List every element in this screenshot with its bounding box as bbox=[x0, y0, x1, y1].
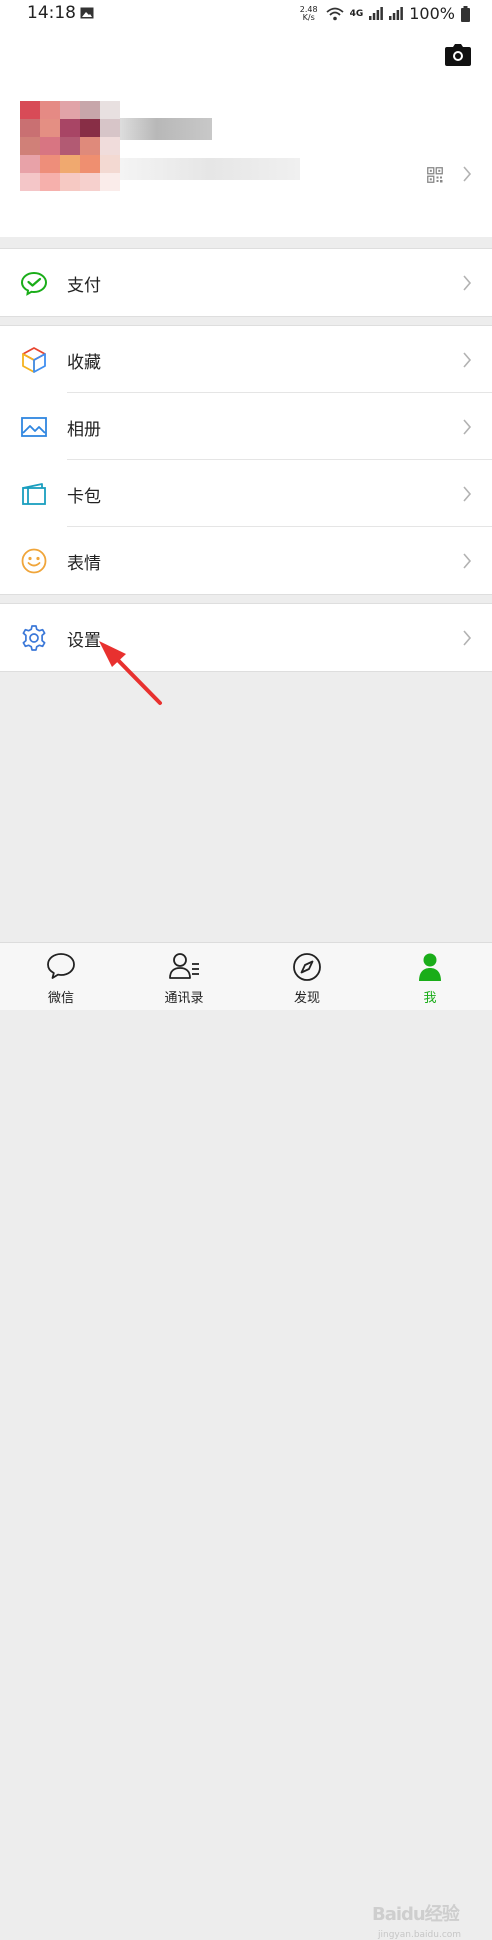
wechat-id-blurred bbox=[120, 158, 300, 180]
avatar-mosaic-cell bbox=[100, 137, 120, 155]
avatar-mosaic-cell bbox=[80, 137, 100, 155]
menu-group-pay: 支付 bbox=[0, 248, 492, 317]
menu-item-label: 设置 bbox=[67, 631, 101, 651]
menu-item-settings[interactable]: 设置 bbox=[0, 604, 492, 671]
avatar-mosaic-cell bbox=[40, 155, 60, 173]
menu-item-label: 卡包 bbox=[67, 487, 101, 507]
avatar-mosaic-cell bbox=[20, 119, 40, 137]
avatar-mosaic-cell bbox=[80, 155, 100, 173]
avatar-mosaic-cell bbox=[60, 119, 80, 137]
menu-item-card-wallet[interactable]: 卡包 bbox=[0, 460, 492, 527]
menu-item-album[interactable]: 相册 bbox=[0, 393, 492, 460]
net-speed: 2.48 K/s bbox=[300, 5, 318, 22]
net-speed-unit: K/s bbox=[302, 12, 315, 22]
tab-discover[interactable]: 发现 bbox=[272, 943, 342, 1010]
avatar-mosaic-cell bbox=[100, 173, 120, 191]
tab-chats[interactable]: 微信 bbox=[26, 943, 96, 1010]
menu-item-label: 表情 bbox=[67, 554, 101, 574]
baidu-watermark-url: jingyan.baidu.com bbox=[378, 1930, 462, 1940]
network-type: 4G bbox=[349, 8, 364, 19]
menu-item-label: 相册 bbox=[67, 420, 101, 440]
avatar-mosaic-cell bbox=[60, 155, 80, 173]
menu-item-pay[interactable]: 支付 bbox=[0, 249, 492, 316]
settings-gear-icon bbox=[22, 625, 46, 651]
status-time: 14:18 bbox=[27, 3, 76, 23]
bottom-tab-bar: 微信 通讯录 发现 我 Baidu经验 jingyan.baidu.com bbox=[0, 942, 492, 1940]
avatar-mosaic-cell bbox=[20, 101, 40, 119]
menu-item-favorites[interactable]: 收藏 bbox=[0, 326, 492, 393]
avatar[interactable] bbox=[20, 101, 120, 191]
menu-item-label: 收藏 bbox=[67, 353, 101, 373]
tab-label: 我 bbox=[423, 991, 437, 1006]
menu-group-settings: 设置 bbox=[0, 603, 492, 672]
avatar-mosaic-cell bbox=[20, 155, 40, 173]
avatar-mosaic-cell bbox=[40, 101, 60, 119]
status-bar: 14:18 2.48 K/s 4G 100% bbox=[0, 0, 492, 28]
chevron-right-icon bbox=[463, 419, 472, 435]
menu-group-content: 收藏 相册 卡包 表情 bbox=[0, 325, 492, 595]
avatar-mosaic-cell bbox=[100, 155, 120, 173]
nickname-blurred bbox=[120, 118, 212, 140]
signal-icon-1 bbox=[369, 7, 384, 20]
avatar-mosaic-cell bbox=[40, 173, 60, 191]
avatar-mosaic-cell bbox=[80, 173, 100, 191]
camera-icon[interactable] bbox=[445, 44, 471, 66]
tab-label: 微信 bbox=[47, 991, 74, 1006]
wechat-pay-icon bbox=[20, 271, 48, 296]
menu-item-stickers[interactable]: 表情 bbox=[0, 527, 492, 594]
sticker-smile-icon bbox=[21, 548, 47, 574]
wifi-icon bbox=[326, 7, 344, 20]
battery-icon bbox=[461, 5, 470, 22]
profile-chevron-right-icon[interactable] bbox=[462, 166, 472, 182]
tab-label: 通讯录 bbox=[164, 991, 204, 1006]
avatar-mosaic-cell bbox=[80, 119, 100, 137]
album-picture-icon bbox=[21, 417, 47, 437]
avatar-mosaic-cell bbox=[20, 173, 40, 191]
me-person-icon bbox=[419, 953, 441, 981]
menu-item-label: 支付 bbox=[67, 276, 101, 296]
avatar-mosaic-cell bbox=[60, 173, 80, 191]
signal-icon-2 bbox=[389, 7, 404, 20]
status-indicators: 2.48 K/s 4G 100% bbox=[300, 4, 470, 23]
avatar-mosaic-cell bbox=[20, 137, 40, 155]
tab-me[interactable]: 我 bbox=[395, 943, 465, 1010]
chevron-right-icon bbox=[463, 630, 472, 646]
avatar-mosaic-cell bbox=[60, 137, 80, 155]
chevron-right-icon bbox=[463, 486, 472, 502]
gallery-notification-icon bbox=[80, 7, 94, 19]
tab-label: 发现 bbox=[293, 991, 320, 1006]
tab-contacts[interactable]: 通讯录 bbox=[149, 943, 219, 1010]
chevron-right-icon bbox=[463, 275, 472, 291]
avatar-mosaic-cell bbox=[80, 101, 100, 119]
contacts-icon bbox=[169, 953, 199, 979]
chat-bubble-icon bbox=[47, 953, 75, 979]
baidu-watermark: Baidu经验 bbox=[372, 1904, 460, 1925]
avatar-mosaic-cell bbox=[60, 101, 80, 119]
avatar-mosaic-cell bbox=[40, 137, 60, 155]
compass-icon bbox=[293, 953, 321, 981]
avatar-mosaic-cell bbox=[40, 119, 60, 137]
card-wallet-icon bbox=[22, 483, 46, 505]
avatar-mosaic-cell bbox=[100, 101, 120, 119]
battery-level: 100% bbox=[409, 4, 455, 23]
qr-code-icon[interactable] bbox=[427, 167, 443, 183]
chevron-right-icon bbox=[463, 352, 472, 368]
chevron-right-icon bbox=[463, 553, 472, 569]
favorites-cube-icon bbox=[22, 347, 46, 373]
avatar-mosaic-cell bbox=[100, 119, 120, 137]
